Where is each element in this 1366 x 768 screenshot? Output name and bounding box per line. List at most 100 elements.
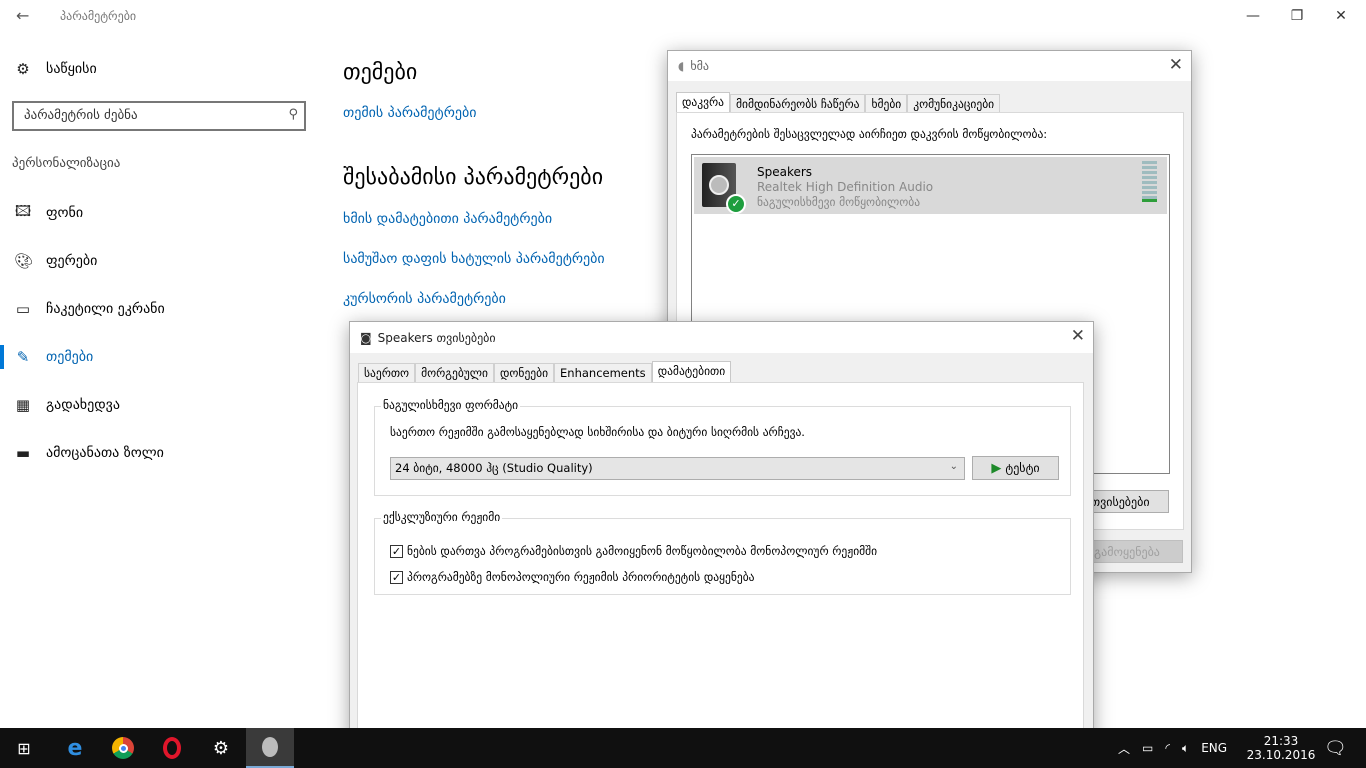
gear-icon: ⚙ [212,737,230,759]
settings-titlebar: ← პარამეტრები — ❐ ✕ [0,0,1366,34]
opera-button[interactable] [148,728,196,768]
nav-label: ამოცანათა ზოლი [46,445,164,461]
clock-date: 23.10.2016 [1246,748,1316,762]
device-driver: Realtek High Definition Audio [757,180,934,194]
system-tray: ︿ ▭ ◜ 🔈︎ ENG [1118,728,1227,768]
language-indicator[interactable]: ENG [1201,741,1227,755]
tab-general[interactable]: საერთო [358,363,416,383]
clock-time: 21:33 [1263,734,1299,748]
advanced-panel: ნაგულისხმევი ფორმატი საერთო რეჟიმში გამო… [357,382,1084,742]
taskbar: ⊞ e ⚙ ︿ ▭ ◜ 🔈︎ ENG 21:33 23.10.2016 🗨︎ [0,728,1366,768]
nav-item-themes[interactable]: ✎ თემები [14,345,94,369]
tab-playback[interactable]: დაკვრა [676,92,731,114]
device-status: ნაგულისხმევი მოწყობილობა [757,195,921,209]
checkbox-label: ნების დართვა პროგრამებისთვის გამოიყენონ … [407,544,878,558]
chevron-down-icon: ⌄ [949,461,958,472]
speakers-titlebar: ◙ Speakers თვისებები [350,322,1093,353]
back-button[interactable]: ← [16,6,29,25]
edge-button[interactable]: e [51,728,99,768]
tab-enhancements[interactable]: Enhancements [554,363,652,383]
nav-item-background[interactable]: 🖾 ფონი [14,201,83,225]
chrome-button[interactable] [99,728,147,768]
desktop-icon-settings-link[interactable]: სამუშაო დაფის ხატულის პარამეტრები [343,251,605,267]
speaker-icon [262,737,278,757]
device-name: Speakers [757,165,813,179]
format-description: საერთო რეჟიმში გამოსაყენებლად სიხშირისა … [390,425,805,439]
nav-label: თემები [46,349,94,365]
tab-custom[interactable]: მორგებული [415,363,494,383]
clock[interactable]: 21:33 23.10.2016 [1247,728,1316,768]
speaker-icon: ◙ [360,330,372,345]
active-indicator [0,345,4,369]
action-center-button[interactable]: 🗨︎ [1324,728,1347,768]
checkbox-label: პროგრამებზე მონოპოლიური რეჟიმის პრიორიტე… [407,570,755,584]
home-link[interactable]: ⚙ საწყისი [14,57,97,81]
search-placeholder: პარამეტრის ძებნა [24,108,138,123]
nav-item-colors[interactable]: 🎨︎ ფერები [14,249,97,273]
speakers-close-button[interactable]: ✕ [1071,326,1085,346]
default-format-label: ნაგულისხმევი ფორმატი [381,398,521,412]
nav-item-lock-screen[interactable]: ▭ ჩაკეტილი ეკრანი [14,297,165,321]
nav-label: გადახედვა [46,397,120,413]
tab-recording[interactable]: მიმდინარეობს ჩაწერა [730,94,866,114]
search-icon: ⚲ [288,107,298,122]
windows-icon: ⊞ [17,738,31,758]
format-select[interactable]: 24 ბიტი, 48000 ჰც (Studio Quality) ⌄ [390,457,965,480]
exclusive-mode-label: ექსკლუზიური რეჟიმი [381,510,503,524]
opera-icon [163,737,181,759]
taskbar-icon: ▬ [15,444,31,462]
exclusive-mode-group: ექსკლუზიური რეჟიმი ✓ ნების დართვა პროგრამ… [374,510,1071,595]
sound-close-button[interactable]: ✕ [1169,55,1183,75]
device-item-speakers[interactable]: ✓ Speakers Realtek High Definition Audio… [694,157,1167,214]
chevron-up-icon[interactable]: ︿ [1118,740,1130,757]
format-value: 24 ბიტი, 48000 ჰც (Studio Quality) [395,461,593,475]
related-heading: შესაბამისი პარამეტრები [343,165,604,190]
sound-app-button[interactable] [246,728,294,768]
theme-settings-link[interactable]: თემის პარამეტრები [343,105,476,121]
sound-settings-link[interactable]: ხმის დამატებითი პარამეტრები [343,211,552,227]
themes-icon: ✎ [16,348,30,366]
default-check-icon: ✓ [726,194,746,214]
search-input[interactable]: პარამეტრის ძებნა ⚲ [12,101,306,131]
volume-icon[interactable]: 🔈︎ [1182,741,1189,756]
minimize-button[interactable]: — [1238,4,1268,28]
checkbox-checked-icon: ✓ [390,570,403,584]
tab-advanced[interactable]: დამატებითი [651,361,732,383]
nav-item-start[interactable]: ▦ გადახედვა [14,393,120,417]
maximize-button[interactable]: ❐ [1282,4,1312,28]
default-format-group: ნაგულისხმევი ფორმატი საერთო რეჟიმში გამო… [374,398,1071,496]
sound-titlebar: ◖ ხმა [668,51,1191,81]
nav-label: ფერები [46,253,98,269]
window-title: პარამეტრები [60,9,137,23]
allow-exclusive-checkbox[interactable]: ✓ ნების დართვა პროგრამებისთვის გამოიყენონ… [390,544,877,558]
exclusive-priority-checkbox[interactable]: ✓ პროგრამებზე მონოპოლიური რეჟიმის პრიორიტ… [390,570,755,584]
settings-button[interactable]: ⚙ [197,728,245,768]
play-icon: ▶ [991,460,1002,476]
section-label: პერსონალიზაცია [12,156,121,171]
start-icon: ▦ [15,396,31,414]
wifi-icon[interactable]: ◜ [1165,741,1170,755]
volume-meter [1142,161,1157,201]
tab-sounds[interactable]: ხმები [865,94,908,114]
tab-levels[interactable]: დონეები [493,363,555,383]
nav-label: ფონი [46,205,84,221]
test-button[interactable]: ▶ ტესტი [972,456,1059,480]
sound-title: ხმა [690,59,709,73]
tab-communications[interactable]: კომუნიკაციები [907,94,1001,114]
nav-item-taskbar[interactable]: ▬ ამოცანათა ზოლი [14,441,164,465]
home-label: საწყისი [46,61,97,77]
picture-icon: 🖾 [14,201,32,220]
cursor-settings-link[interactable]: კურსორის პარამეტრები [343,291,506,307]
nav-label: ჩაკეტილი ეკრანი [46,301,165,317]
chrome-icon [112,737,134,759]
start-button[interactable]: ⊞ [0,728,48,768]
battery-icon[interactable]: ▭ [1142,741,1153,755]
speakers-title: Speakers თვისებები [377,330,496,345]
test-label: ტესტი [1005,461,1040,475]
close-button[interactable]: ✕ [1326,4,1356,28]
volume-meter-level [1142,199,1157,202]
lock-screen-icon: ▭ [15,300,31,318]
page-title: თემები [343,60,418,85]
instruction-text: პარამეტრების შესაცვლელად აირჩიეთ დაკვრის… [691,127,1048,141]
edge-icon: e [67,735,83,761]
